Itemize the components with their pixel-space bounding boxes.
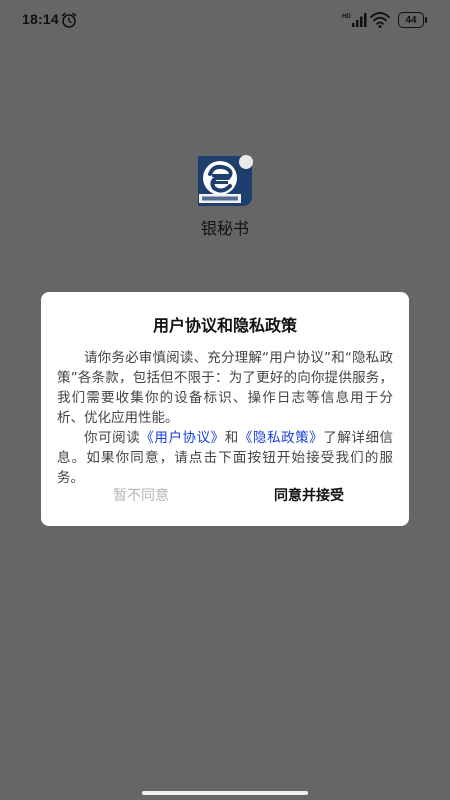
- para2-and: 和: [224, 430, 239, 446]
- battery-icon: 44: [398, 12, 427, 28]
- user-agreement-link[interactable]: 《用户协议》: [140, 430, 224, 446]
- app-name: 银秘书: [200, 219, 249, 238]
- decline-button[interactable]: 暂不同意: [81, 482, 201, 510]
- status-time: 18:14: [22, 11, 59, 27]
- dialog-paragraph-2: 你可阅读《用户协议》和《隐私政策》了解详细信息。如果你同意，请点击下面按钮开始接…: [57, 428, 393, 488]
- screen: 18:14 HD 44 银秘书 用户协议和隐私政策 请你务必审慎阅读、充分理解“…: [0, 0, 450, 800]
- accept-button[interactable]: 同意并接受: [249, 482, 369, 510]
- signal-icon: HD: [342, 13, 367, 27]
- dialog-title: 用户协议和隐私政策: [152, 316, 297, 335]
- wifi-icon: [370, 12, 390, 28]
- status-bar: 18:14 HD 44: [0, 0, 450, 40]
- bank-payment-logo: [198, 155, 253, 206]
- svg-text:HD: HD: [342, 14, 351, 20]
- para2-prefix: 你可阅读: [84, 430, 141, 446]
- home-indicator[interactable]: [142, 791, 308, 795]
- alarm-icon: [61, 12, 77, 28]
- privacy-dialog: 用户协议和隐私政策 请你务必审慎阅读、充分理解“用户协议”和“隐私政策”各条款，…: [41, 292, 409, 526]
- privacy-policy-link[interactable]: 《隐私政策》: [239, 430, 323, 446]
- dialog-actions: 暂不同意 同意并接受: [41, 482, 409, 510]
- dialog-paragraph-1: 请你务必审慎阅读、充分理解“用户协议”和“隐私政策”各条款，包括但不限于：为了更…: [57, 350, 393, 426]
- dialog-body: 请你务必审慎阅读、充分理解“用户协议”和“隐私政策”各条款，包括但不限于：为了更…: [57, 348, 393, 488]
- battery-level: 44: [405, 14, 417, 26]
